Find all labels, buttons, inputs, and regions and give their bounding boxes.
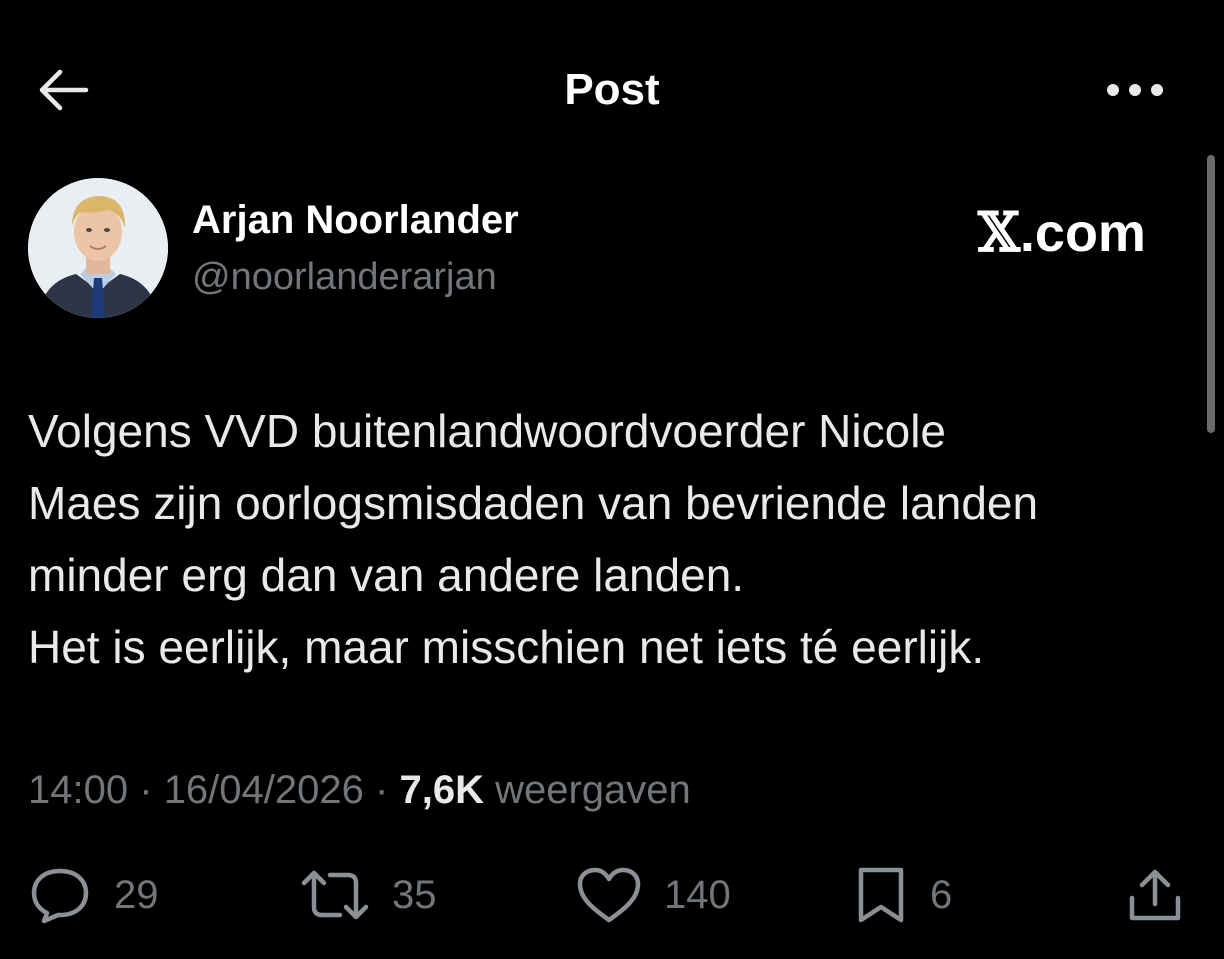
scrollbar[interactable]	[1207, 155, 1215, 433]
share-button[interactable]	[1126, 862, 1184, 928]
more-options-button[interactable]	[1098, 66, 1172, 114]
x-logo: 𝕏	[978, 200, 1020, 264]
more-horizontal-icon	[1107, 84, 1163, 96]
post-text-line: Volgens VVD buitenlandwoordvoerder Nicol…	[28, 405, 947, 457]
heart-icon	[577, 867, 641, 923]
author-handle[interactable]: @noorlanderarjan	[192, 253, 497, 301]
post-date[interactable]: 16/04/2026	[164, 768, 364, 812]
profile-photo	[28, 178, 168, 318]
bookmark-button[interactable]: 6	[854, 862, 952, 928]
meta-separator: ·	[139, 768, 153, 812]
repost-button[interactable]: 35	[300, 862, 437, 928]
repost-icon	[301, 870, 369, 920]
post-text-line: minder erg dan van andere landen.	[28, 549, 745, 601]
like-count: 140	[664, 873, 731, 917]
views-count[interactable]: 7,6K	[399, 768, 484, 812]
views-label[interactable]: weergaven	[495, 768, 691, 812]
meta-separator: ·	[375, 768, 389, 812]
reply-count: 29	[114, 873, 159, 917]
post-time[interactable]: 14:00	[28, 768, 128, 812]
post-text: Volgens VVD buitenlandwoordvoerder Nicol…	[28, 395, 1198, 683]
bookmark-count: 6	[930, 873, 953, 917]
post-meta: 14:00 · 16/04/2026 · 7,6K weergaven	[28, 765, 691, 815]
like-button[interactable]: 140	[576, 862, 731, 928]
repost-count: 35	[392, 873, 437, 917]
post-text-line: Het is eerlijk, maar misschien net iets …	[28, 621, 985, 673]
page-title: Post	[564, 65, 660, 114]
brand-suffix: .com	[1019, 203, 1146, 263]
x-com-watermark: 𝕏.com	[978, 200, 1146, 265]
author-name[interactable]: Arjan Noorlander	[192, 196, 519, 244]
avatar[interactable]	[28, 178, 168, 318]
reply-button[interactable]: 29	[28, 862, 159, 928]
post-text-line: Maes zijn oorlogsmisdaden van bevriende …	[28, 477, 1039, 529]
bookmark-icon	[858, 867, 904, 923]
share-icon	[1129, 869, 1181, 921]
reply-icon	[31, 868, 89, 924]
